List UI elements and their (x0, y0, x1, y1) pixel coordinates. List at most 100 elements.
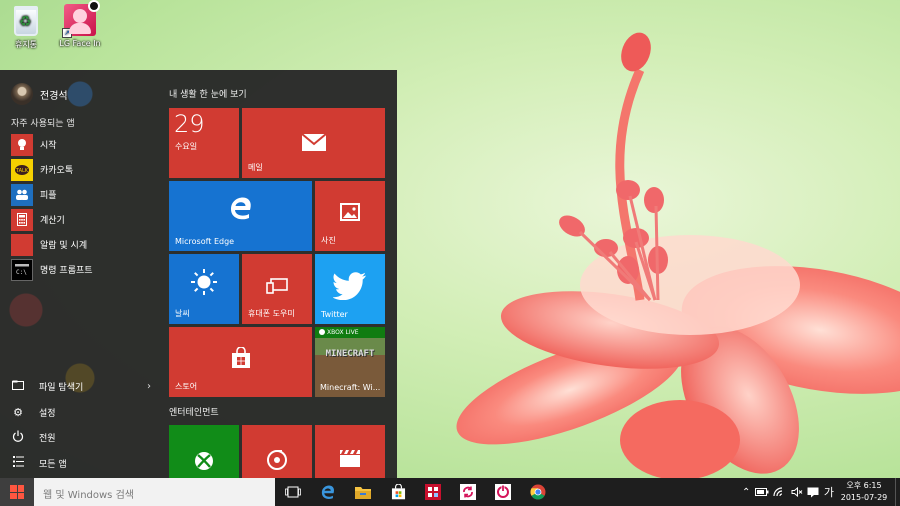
show-hidden-icons-chevron-icon[interactable]: ⌃ (742, 487, 750, 498)
twitter-bird-icon (315, 272, 385, 304)
app-grid-icon (425, 484, 441, 500)
tile-mail[interactable]: 메일 (242, 108, 385, 178)
user-account[interactable]: 전경석 (11, 83, 68, 105)
action-center-icon[interactable] (807, 487, 819, 498)
tile-label: 사진 (321, 236, 336, 245)
app-item-people[interactable]: 피플 (11, 182, 161, 207)
search-box[interactable]: 웹 및 Windows 검색 (34, 478, 275, 506)
all-apps-item[interactable]: 모든 앱 (11, 451, 151, 477)
app-item-label: 카카오톡 (40, 166, 74, 176)
app-item-label: 시작 (40, 141, 57, 151)
tile-phone-companion[interactable]: 휴대폰 도우미 (242, 254, 312, 324)
groove-music-icon (242, 449, 312, 475)
taskbar-file-explorer-button[interactable] (346, 478, 380, 506)
edge-icon (321, 485, 334, 499)
file-explorer-item[interactable]: 파일 탐색기 › (11, 374, 151, 400)
lg-face-in-icon (495, 484, 511, 500)
tile-xbox[interactable] (169, 425, 239, 478)
all-apps-label: 모든 앱 (39, 459, 67, 470)
file-explorer-icon (11, 380, 25, 393)
minecraft-logo: MINECRAFT (325, 349, 375, 359)
power-item[interactable]: 전원 (11, 425, 151, 451)
recycle-bin-icon (14, 6, 38, 36)
folder-icon (355, 486, 371, 499)
start-button[interactable] (0, 478, 34, 506)
power-label: 전원 (39, 434, 56, 445)
tile-label: Minecraft: Wi... (320, 383, 381, 392)
sync-icon (460, 484, 476, 500)
svg-text:C:\: C:\ (16, 269, 27, 276)
desktop-icon-label: 휴지통 (14, 40, 38, 49)
xbox-icon (169, 451, 239, 475)
store-bag-icon (391, 484, 405, 500)
tile-photos[interactable]: 사진 (315, 181, 385, 251)
app-item-alarms-clock[interactable]: 알람 및 시계 (11, 232, 161, 257)
taskbar-chrome-button[interactable] (521, 478, 555, 506)
calendar-weekday: 수요일 (175, 142, 198, 151)
tile-microsoft-edge[interactable]: Microsoft Edge (169, 181, 312, 251)
app-item-label: 피플 (40, 191, 57, 201)
power-icon (11, 430, 25, 445)
photo-icon (315, 203, 385, 225)
tile-label: 스토어 (175, 382, 198, 391)
all-apps-icon (11, 456, 25, 470)
tile-label: Twitter (321, 310, 348, 319)
tile-group-heading-entertainment: 엔터테인먼트 (169, 408, 219, 418)
chrome-icon (530, 484, 546, 500)
app-item-label: 명령 프롬프트 (40, 266, 93, 276)
taskbar-app-red-grid-button[interactable] (416, 478, 450, 506)
settings-label: 설정 (39, 408, 56, 419)
calculator-icon (11, 208, 33, 231)
tile-weather[interactable]: 날씨 (169, 254, 239, 324)
lightbulb-icon (11, 133, 33, 156)
desktop-icon-label: LG Face In (59, 39, 101, 48)
most-used-heading: 자주 사용되는 앱 (11, 119, 75, 129)
tile-groove-music[interactable] (242, 425, 312, 478)
app-item-calculator[interactable]: 계산기 (11, 207, 161, 232)
settings-gear-icon: ⚙ (13, 405, 23, 419)
wifi-icon[interactable] (773, 487, 786, 497)
taskbar-clock[interactable]: 오후 6:15 2015-07-29 (838, 480, 890, 504)
ime-indicator[interactable]: 가 (824, 484, 834, 500)
task-view-button[interactable] (276, 478, 310, 506)
app-item-kakaotalk[interactable]: TALK 카카오톡 (11, 157, 161, 182)
people-icon (11, 183, 33, 206)
taskbar: 웹 및 Windows 검색 ⌃ 가 오후 6:15 2015-07-29 (0, 478, 900, 506)
sun-icon (169, 268, 239, 300)
tile-label: 날씨 (175, 309, 190, 318)
app-item-start[interactable]: 시작 (11, 132, 161, 157)
system-tray: ⌃ 가 (742, 478, 834, 506)
battery-icon[interactable] (754, 488, 769, 496)
app-item-label: 알람 및 시계 (40, 241, 88, 251)
taskbar-sync-app-button[interactable] (451, 478, 485, 506)
edge-icon (169, 195, 312, 228)
file-explorer-label: 파일 탐색기 (39, 383, 84, 394)
tile-minecraft[interactable]: XBOX LIVE MINECRAFT Minecraft: Wi... (315, 327, 385, 397)
chevron-right-icon[interactable]: › (147, 381, 151, 392)
tile-twitter[interactable]: Twitter (315, 254, 385, 324)
tile-store[interactable]: 스토어 (169, 327, 312, 397)
taskbar-edge-button[interactable] (311, 478, 345, 506)
xbox-icon (319, 329, 325, 335)
task-view-icon (285, 486, 301, 498)
clapperboard-icon (315, 449, 385, 471)
start-menu: 전경석 자주 사용되는 앱 시작 TALK 카카오톡 피플 계산기 알람 및 시… (0, 70, 397, 478)
command-prompt-icon: C:\ (11, 258, 33, 281)
most-used-app-list: 시작 TALK 카카오톡 피플 계산기 알람 및 시계 C:\ 명령 프롬프트 (11, 132, 161, 282)
taskbar-store-button[interactable] (381, 478, 415, 506)
clock-time: 오후 6:15 (846, 481, 882, 490)
volume-muted-icon[interactable] (791, 487, 803, 497)
desktop-icon-lg-face-in[interactable]: ↗ LG Face In (52, 0, 108, 48)
settings-item[interactable]: ⚙ 설정 (11, 400, 151, 426)
app-item-label: 계산기 (40, 216, 65, 226)
tile-calendar[interactable]: 29 수요일 (169, 108, 239, 178)
desktop-icon-recycle-bin[interactable]: 휴지통 (0, 4, 54, 50)
shortcut-arrow-icon: ↗ (62, 28, 72, 38)
show-desktop-button[interactable] (895, 478, 900, 506)
tile-movies-tv[interactable] (315, 425, 385, 478)
phone-companion-icon (242, 278, 312, 298)
app-item-command-prompt[interactable]: C:\ 명령 프롬프트 (11, 257, 161, 282)
taskbar-lg-face-in-button[interactable] (486, 478, 520, 506)
start-menu-bottom-list: 파일 탐색기 › ⚙ 설정 전원 모든 앱 (11, 374, 151, 476)
windows-logo-icon (10, 485, 24, 499)
